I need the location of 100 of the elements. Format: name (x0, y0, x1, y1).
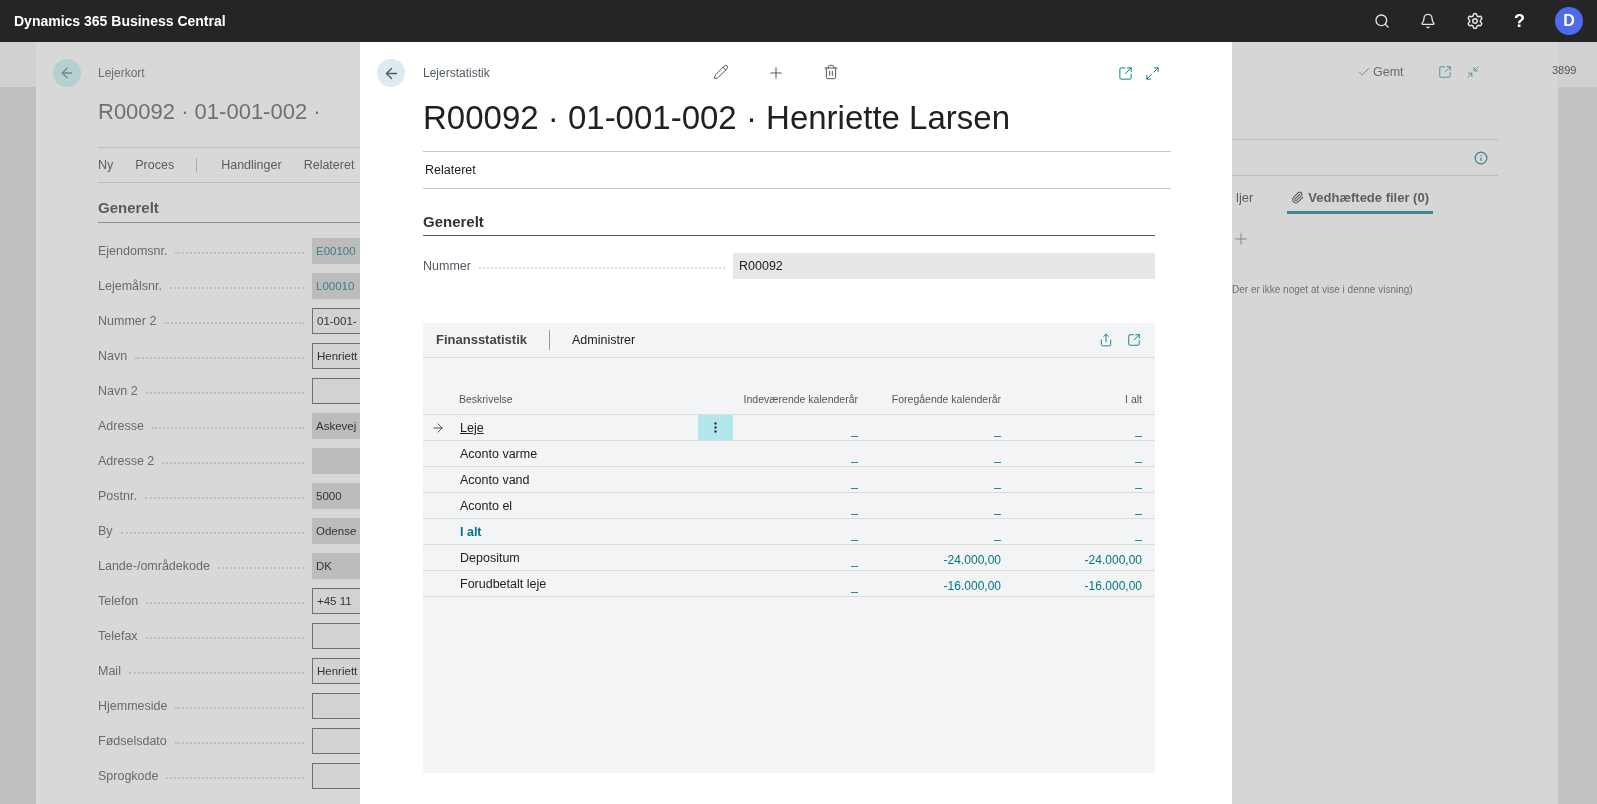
input-field[interactable]: 01-001- (312, 307, 360, 334)
help-button[interactable]: ? (1514, 10, 1525, 32)
amount-link[interactable]: _ (1135, 449, 1142, 466)
column-header: Beskrivelse (458, 393, 514, 407)
dialog-breadcrumb: Lejerstatistik (423, 66, 491, 80)
current-row-arrow-icon (431, 420, 445, 435)
input-field[interactable]: Henriett (312, 342, 360, 369)
check-icon (1357, 65, 1371, 79)
edit-icon[interactable] (713, 64, 729, 82)
table-row[interactable]: Aconto varme _ _ _ (423, 441, 1155, 467)
row-description[interactable]: Depositum (453, 550, 520, 565)
paperclip-icon (1291, 191, 1305, 204)
section-heading: Generelt (98, 199, 159, 216)
expand-icon[interactable] (1145, 65, 1160, 81)
amount-link[interactable]: _ (851, 501, 858, 518)
amount-link[interactable]: -16.000,00 (943, 579, 1001, 596)
bell-icon[interactable] (1420, 13, 1436, 29)
factbox-tab[interactable]: ljer (1232, 182, 1258, 214)
amount-link[interactable]: -24.000,00 (1084, 553, 1142, 570)
field-label: Adresse (98, 418, 144, 433)
field-label: Navn 2 (98, 383, 138, 398)
input-field[interactable]: Henriett (312, 657, 360, 684)
amount-link[interactable]: _ (994, 501, 1001, 518)
amount-link[interactable]: _ (851, 449, 858, 466)
amount-link[interactable]: _ (851, 553, 858, 570)
input-field[interactable] (312, 377, 360, 404)
row-description[interactable]: Aconto vand (453, 472, 530, 487)
table-row[interactable]: Leje _ _ _ (423, 415, 1155, 441)
amount-link[interactable]: _ (994, 527, 1001, 544)
table-row[interactable]: Forudbetalt leje _ -16.000,00 -16.000,00 (423, 571, 1155, 597)
table-row[interactable]: Aconto vand _ _ _ (423, 467, 1155, 493)
action-menu[interactable]: Relateret (303, 158, 355, 172)
open-window-icon[interactable] (1118, 65, 1133, 81)
action-menu[interactable]: Relateret (423, 163, 478, 177)
input-field[interactable]: +45 11 (312, 587, 360, 614)
field-label: Postnr. (98, 488, 137, 503)
field-label: Telefax (98, 628, 138, 643)
link-field: L00010 (312, 272, 360, 299)
row-description[interactable]: Forudbetalt leje (453, 576, 547, 591)
readonly-field: Askevej (312, 412, 360, 439)
action-menu[interactable]: Administrer (572, 333, 636, 347)
field-label: Sprogkode (98, 768, 159, 783)
amount-link[interactable]: _ (1135, 501, 1142, 518)
input-field[interactable] (312, 622, 360, 649)
info-icon[interactable] (1474, 150, 1488, 165)
amount-link[interactable]: _ (994, 423, 1001, 440)
input-field[interactable] (312, 692, 360, 719)
amount-link[interactable]: _ (851, 423, 858, 440)
field-label: By (98, 523, 113, 538)
table-row[interactable]: Aconto el _ _ _ (423, 493, 1155, 519)
page-breadcrumb: Lejerkort (98, 66, 145, 80)
collapse-icon[interactable] (1465, 65, 1480, 79)
amount-link[interactable]: -16.000,00 (1084, 579, 1142, 596)
amount-link[interactable]: _ (994, 475, 1001, 492)
plus-icon[interactable] (767, 64, 785, 82)
field-label: Nummer 2 (98, 313, 157, 328)
column-header: I alt (1124, 393, 1142, 407)
column-header: Indeværende kalenderår (742, 393, 858, 407)
input-field[interactable] (312, 727, 360, 754)
amount-link[interactable]: _ (851, 579, 858, 596)
amount-link[interactable]: _ (1135, 423, 1142, 440)
amount-link[interactable]: _ (851, 527, 858, 544)
field-label: Ejendomsnr. (98, 243, 168, 258)
open-window-icon[interactable] (1437, 65, 1452, 79)
search-icon[interactable] (1374, 13, 1390, 29)
column-header: Foregående kalenderår (890, 393, 1001, 407)
amount-link[interactable]: _ (1135, 475, 1142, 492)
row-description[interactable]: Aconto varme (453, 446, 538, 461)
action-menu[interactable]: Handlinger (221, 158, 282, 172)
settings-icon[interactable] (1466, 12, 1484, 30)
field-label: Lejemålsnr. (98, 278, 162, 293)
action-menu[interactable]: Ny (98, 158, 114, 172)
open-window-icon[interactable] (1127, 333, 1141, 347)
row-description[interactable]: I alt (453, 524, 482, 539)
user-avatar[interactable]: D (1555, 7, 1583, 35)
factbox-tab[interactable]: Vedhæftede filer (0) (1287, 182, 1433, 214)
row-description[interactable]: Aconto el (453, 498, 513, 513)
panel-title: Finansstatistik (436, 330, 551, 350)
action-menu[interactable]: Proces (135, 158, 175, 172)
table-row[interactable]: I alt _ _ _ (423, 519, 1155, 545)
amount-link[interactable]: -24.000,00 (943, 553, 1001, 570)
field-label: Lande-/områdekode (98, 558, 210, 573)
amount-link[interactable]: _ (1135, 527, 1142, 544)
readonly-field (312, 447, 360, 474)
field-label: Adresse 2 (98, 453, 155, 468)
field-label: Navn (98, 348, 128, 363)
amount-link[interactable]: _ (994, 449, 1001, 466)
share-icon[interactable] (1099, 333, 1113, 347)
field-label: Telefon (98, 593, 139, 608)
row-description[interactable]: Leje (453, 420, 484, 435)
empty-message: Der er ikke noget at vise i denne visning) (1232, 284, 1414, 295)
amount-link[interactable]: _ (851, 475, 858, 492)
readonly-field: DK (312, 552, 360, 579)
field-label: Nummer (423, 259, 471, 273)
trash-icon[interactable] (823, 64, 839, 82)
table-row[interactable]: Depositum _ -24.000,00 -24.000,00 (423, 545, 1155, 571)
input-field[interactable] (312, 762, 360, 789)
readonly-field: Odense (312, 517, 360, 544)
back-button[interactable] (377, 59, 405, 87)
field-label: Mail (98, 663, 121, 678)
